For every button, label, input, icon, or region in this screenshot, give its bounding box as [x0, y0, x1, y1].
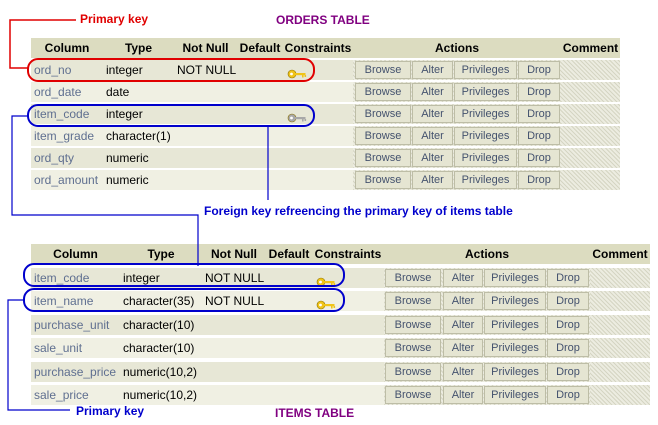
primary-key-highlight-items-name [23, 288, 345, 312]
annotation-overlay [7, 19, 345, 411]
primary-key-highlight-items-code [23, 263, 345, 287]
primary-key-highlight-orders [27, 58, 315, 82]
foreign-key-connector-left [11, 115, 199, 266]
foreign-key-highlight-orders [27, 104, 315, 127]
primary-key-connector-top [9, 19, 76, 69]
primary-key-connector-bottom [7, 299, 70, 411]
